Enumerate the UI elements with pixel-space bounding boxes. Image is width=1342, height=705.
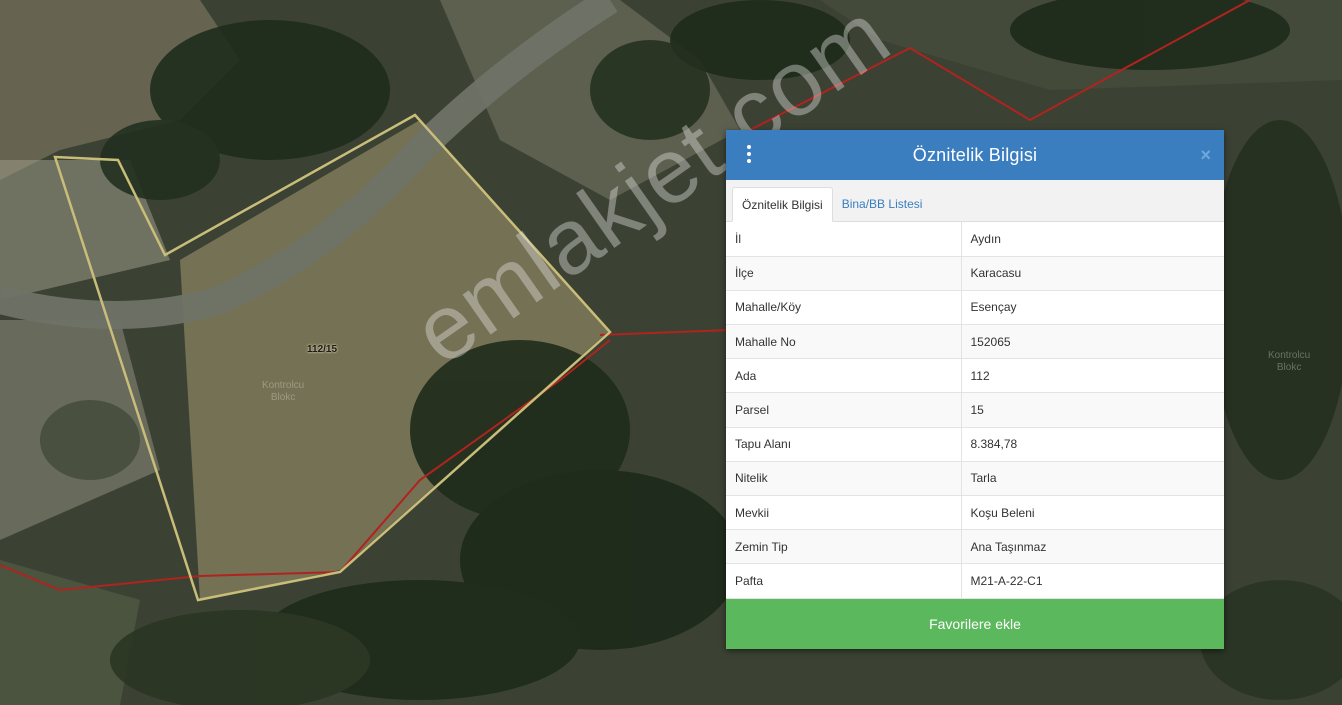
attribute-value: Karacasu — [961, 256, 1224, 291]
popup-tabs: Öznitelik Bilgisi Bina/BB Listesi — [726, 180, 1224, 222]
menu-dots-icon[interactable] — [744, 145, 754, 165]
attribute-key: Zemin Tip — [726, 529, 962, 565]
table-row: Tapu Alanı 8.384,78 — [726, 427, 1224, 462]
attribute-value: Tarla — [961, 461, 1224, 497]
parcel-number-label: 112/15 — [307, 344, 338, 355]
faint-map-label-right: Kontrolcu Blokc — [1268, 350, 1311, 373]
attribute-popup: Öznitelik Bilgisi × Öznitelik Bilgisi Bi… — [726, 130, 1224, 649]
attribute-key: İl — [726, 222, 962, 257]
table-row: Mevkii Koşu Beleni — [726, 495, 1224, 531]
attribute-value: Esençay — [961, 290, 1224, 326]
tab-building-list[interactable]: Bina/BB Listesi — [833, 187, 932, 222]
attribute-value: 15 — [961, 392, 1224, 428]
table-row: Zemin Tip Ana Taşınmaz — [726, 529, 1224, 565]
table-row: İl Aydın — [726, 222, 1224, 257]
attribute-key: Mahalle/Köy — [726, 290, 962, 326]
table-row: İlçe Karacasu — [726, 256, 1224, 291]
attribute-value: Aydın — [961, 222, 1224, 257]
attribute-key: İlçe — [726, 256, 962, 291]
attribute-value: 8.384,78 — [961, 427, 1224, 462]
table-row: Mahalle/Köy Esençay — [726, 290, 1224, 326]
table-row: Ada 112 — [726, 358, 1224, 394]
attribute-key: Parsel — [726, 392, 962, 428]
attribute-value: M21-A-22-C1 — [961, 563, 1224, 599]
popup-header: Öznitelik Bilgisi × — [726, 130, 1224, 180]
attribute-value: Ana Taşınmaz — [961, 529, 1224, 565]
attribute-table: İl Aydın İlçe Karacasu Mahalle/Köy Esençay Mah… — [726, 222, 1224, 599]
table-row: Pafta M21-A-22-C1 — [726, 563, 1224, 599]
table-row: Parsel 15 — [726, 392, 1224, 428]
attribute-key: Mevkii — [726, 495, 962, 531]
close-icon[interactable]: × — [1200, 145, 1211, 165]
attribute-value: 112 — [961, 358, 1224, 394]
attribute-value: Koşu Beleni — [961, 495, 1224, 531]
table-row: Mahalle No 152065 — [726, 324, 1224, 360]
attribute-key: Mahalle No — [726, 324, 962, 360]
table-row: Nitelik Tarla — [726, 461, 1224, 497]
tab-attribute-info[interactable]: Öznitelik Bilgisi — [732, 187, 833, 222]
attribute-value: 152065 — [961, 324, 1224, 360]
faint-map-label: Kontrolcu Blokc — [262, 380, 305, 403]
attribute-key: Tapu Alanı — [726, 427, 962, 462]
add-to-favorites-button[interactable]: Favorilere ekle — [726, 599, 1224, 649]
popup-title: Öznitelik Bilgisi — [912, 144, 1038, 165]
attribute-key: Ada — [726, 358, 962, 394]
attribute-key: Nitelik — [726, 461, 962, 497]
attribute-key: Pafta — [726, 563, 962, 599]
